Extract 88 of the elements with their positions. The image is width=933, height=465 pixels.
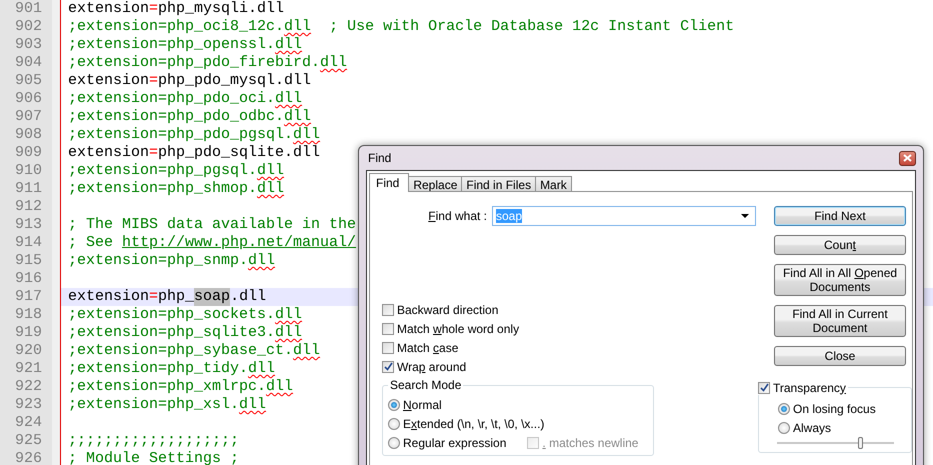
checkbox[interactable] (382, 360, 394, 372)
search-match: soap (194, 288, 230, 306)
tab[interactable]: Find in Files (461, 176, 536, 192)
code-text: ; The MIBS data available in the (68, 216, 356, 234)
field-label: Find what : (427, 209, 488, 223)
line-number: 913 (14, 216, 43, 234)
dialog-button[interactable]: Close (774, 346, 906, 366)
line-number: 901 (14, 0, 43, 18)
checkbox[interactable] (382, 304, 394, 316)
code-text: ;extension=php_snmp.dll (68, 252, 276, 270)
radio-label[interactable]: On losing focus (793, 402, 876, 416)
line-number: 908 (14, 126, 43, 144)
tab[interactable]: Find (369, 173, 410, 192)
checkbox-label[interactable]: Match whole word only (397, 322, 520, 336)
line-number: 921 (14, 360, 43, 378)
line-number: 911 (14, 180, 43, 198)
line-number: 925 (14, 432, 43, 450)
dialog-button[interactable]: Find Next (774, 206, 906, 226)
code-text: ; Module Settings ; (68, 450, 240, 465)
close-button[interactable] (899, 150, 916, 166)
code-text: ; See (68, 234, 114, 252)
code-text: ;extension=php_sockets.dll (68, 306, 302, 324)
line-number: 924 (14, 414, 43, 432)
dialog-button[interactable]: Find All in Current Document (774, 305, 906, 337)
code-text: extension=php_pdo_sqlite.dll (68, 144, 320, 162)
line-number: 922 (14, 378, 43, 396)
line-number: 923 (14, 396, 43, 414)
line-number: 912 (14, 198, 43, 216)
radio-button[interactable] (388, 398, 400, 410)
code-text: .dll (230, 288, 266, 306)
line-number: 920 (14, 342, 43, 360)
checkbox-label[interactable]: Wrap around (397, 360, 466, 374)
caret-icon[interactable] (741, 214, 749, 218)
code-text: = (149, 288, 158, 306)
line-number: 902 (14, 18, 43, 36)
line-number: 909 (14, 144, 43, 162)
line-number: 904 (14, 54, 43, 72)
code-text: ;extension=php_oci8_12c.dll ; Use with Oracle Database 12c Instant Client (68, 18, 734, 36)
radio-button[interactable] (388, 436, 400, 448)
dialog-button[interactable]: Count (774, 235, 906, 255)
code-text: ;extension=php_pdo_pgsql.dll (68, 126, 320, 144)
line-number: 919 (14, 324, 43, 342)
code-text: extension (68, 288, 150, 306)
checkbox[interactable] (382, 342, 394, 354)
slider-thumb[interactable] (858, 437, 864, 449)
close-icon (903, 154, 912, 162)
checkbox[interactable] (382, 322, 394, 334)
checkbox-label[interactable]: Match case (397, 340, 458, 354)
code-text: extension=php_pdo_mysql.dll (68, 72, 312, 90)
dialog-button[interactable]: Find All in All Opened Documents (774, 264, 906, 296)
line-number: 916 (14, 270, 43, 288)
code-text: ;extension=php_openssl.dll (68, 36, 302, 54)
code-text: ;extension=php_sqlite3.dll (68, 324, 302, 342)
code-text: ;extension=php_xmlrpc.dll (68, 378, 294, 396)
radio-label[interactable]: Always (793, 420, 832, 434)
code-text: ;;;;;;;;;;;;;;;;;;; (68, 432, 240, 450)
radio-button[interactable] (778, 402, 790, 414)
line-number: 906 (14, 90, 43, 108)
radio-button[interactable] (388, 418, 400, 430)
tab[interactable]: Replace (408, 176, 462, 192)
window-title: Find (367, 151, 392, 165)
checkbox-label[interactable]: Backward direction (397, 302, 498, 316)
checkbox[interactable] (758, 382, 770, 394)
line-number: 918 (14, 306, 43, 324)
line-number: 914 (14, 234, 43, 252)
radio-label[interactable]: Extended (\n, \r, \t, \0, \x...) (403, 416, 544, 430)
line-number: 907 (14, 108, 43, 126)
tab[interactable]: Mark (535, 176, 572, 192)
code-text: ;extension=php_pdo_firebird.dll (68, 54, 348, 72)
radio-button[interactable] (778, 422, 790, 434)
code-text: php_ (158, 288, 194, 306)
code-text: ;extension=php_pgsql.dll (68, 162, 284, 180)
radio-label[interactable]: Regular expression (403, 436, 506, 450)
code-text: ;extension=php_pdo_oci.dll (68, 90, 302, 108)
code-link[interactable]: http://www.php.net/manual/ (122, 234, 356, 252)
line-number: 910 (14, 162, 43, 180)
code-text: ;extension=php_pdo_odbc.dll (68, 108, 312, 126)
code-text: extension=php_mysqli.dll (68, 0, 284, 18)
code-text: ;extension=php_sybase_ct.dll (68, 342, 320, 360)
line-number: 915 (14, 252, 43, 270)
code-text: ;extension=php_shmop.dll (68, 180, 284, 198)
radio-label[interactable]: Normal (403, 398, 442, 412)
line-number: 905 (14, 72, 43, 90)
code-text: ;extension=php_xsl.dll (68, 396, 266, 414)
line-number: 903 (14, 36, 43, 54)
code-text: ;extension=php_tidy.dll (68, 360, 276, 378)
line-number: 926 (14, 450, 43, 465)
line-number: 917 (14, 288, 43, 306)
